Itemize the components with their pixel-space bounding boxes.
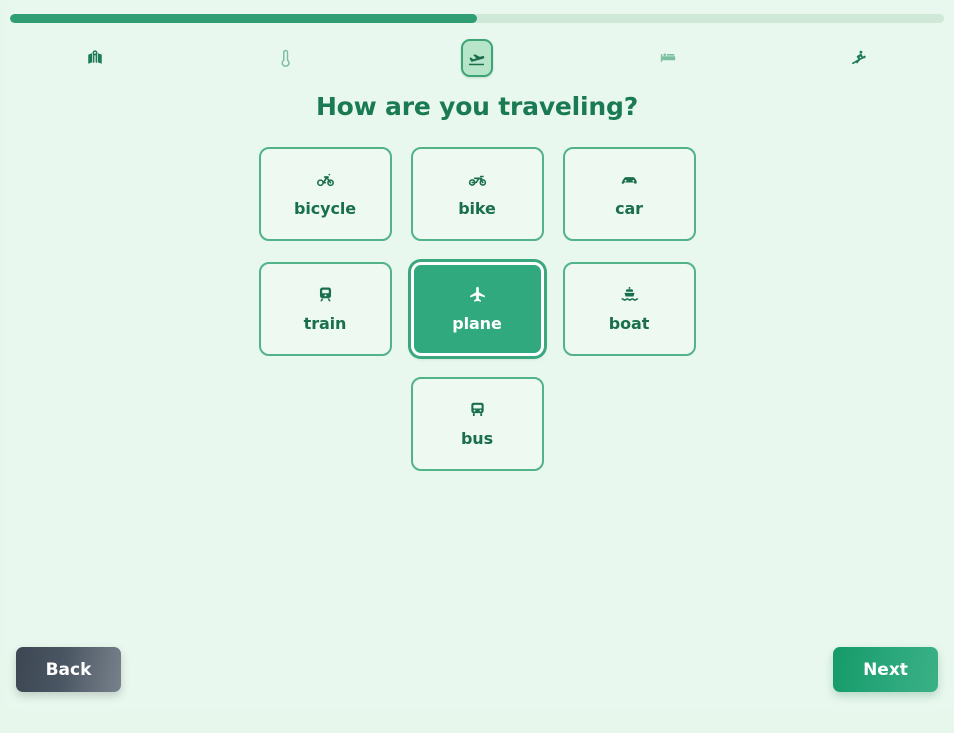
boat-icon — [620, 285, 639, 304]
transport-option-label: car — [615, 199, 643, 218]
motorcycle-icon — [468, 170, 487, 189]
car-icon — [620, 170, 639, 189]
transport-option-car[interactable]: car — [562, 147, 696, 241]
transport-option-label: plane — [452, 314, 502, 333]
wizard-step-rail — [0, 36, 954, 80]
transport-option-label: bike — [458, 199, 496, 218]
transport-option-bicycle[interactable]: bicycle — [258, 147, 392, 241]
page-title: How are you traveling? — [315, 92, 639, 121]
bicycle-icon — [316, 170, 335, 189]
transport-option-bike[interactable]: bike — [410, 147, 544, 241]
transport-option-grid: bicycle bike car train plane boat bus — [257, 147, 697, 471]
wizard-step-box-lodging — [653, 43, 683, 73]
wizard-step-box-weather — [271, 43, 301, 73]
wizard-progress-bar — [10, 14, 944, 23]
transport-option-label: bicycle — [294, 199, 356, 218]
wizard-step-transport[interactable] — [382, 36, 573, 80]
wizard-step-lodging[interactable] — [572, 36, 763, 80]
bus-icon — [468, 400, 487, 419]
transport-option-train[interactable]: train — [258, 262, 392, 356]
next-button[interactable]: Next — [833, 647, 938, 692]
skiing-icon — [850, 49, 868, 67]
train-icon — [316, 285, 335, 304]
travel-wizard-screen: How are you traveling? bicycle bike car tra… — [0, 0, 954, 733]
transport-option-label: boat — [608, 314, 650, 333]
wizard-step-box-destination — [80, 43, 110, 73]
back-button[interactable]: Back — [16, 647, 121, 692]
plane-icon — [468, 285, 487, 304]
transport-option-label: bus — [460, 429, 494, 448]
wizard-step-destination[interactable] — [0, 36, 191, 80]
thermometer-icon — [277, 49, 295, 67]
wizard-progress-fill — [10, 14, 477, 23]
transport-option-boat[interactable]: boat — [562, 262, 696, 356]
wizard-step-activities[interactable] — [763, 36, 954, 80]
plane-takeoff-icon — [467, 49, 486, 68]
map-pinned-icon — [86, 49, 104, 67]
transport-option-bus[interactable]: bus — [410, 377, 544, 471]
wizard-step-box-transport — [460, 39, 493, 77]
bed-icon — [659, 49, 677, 67]
wizard-step-box-activities — [844, 43, 874, 73]
transport-option-label: train — [303, 314, 347, 333]
wizard-step-weather[interactable] — [191, 36, 382, 80]
transport-option-plane[interactable]: plane — [410, 262, 544, 356]
